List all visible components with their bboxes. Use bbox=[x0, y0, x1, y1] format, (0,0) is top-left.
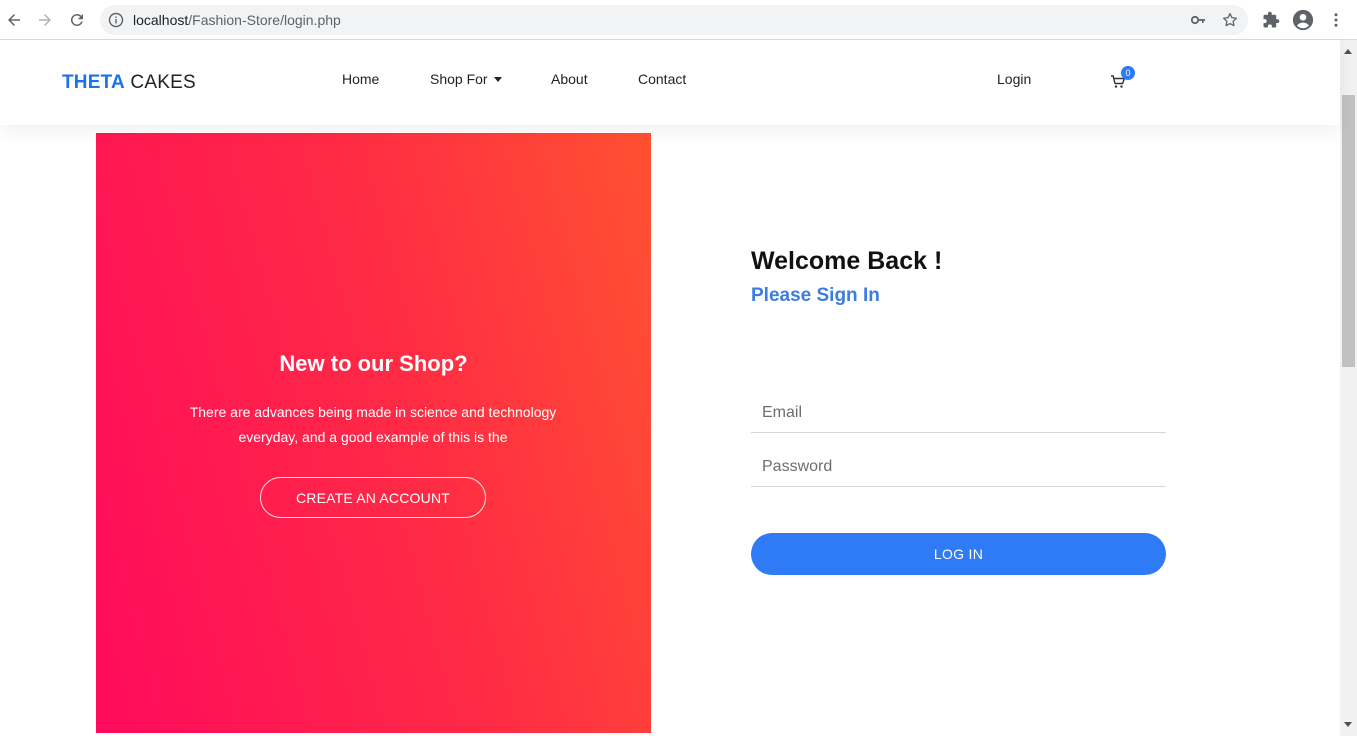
scroll-up-arrow[interactable] bbox=[1344, 49, 1352, 54]
key-icon[interactable] bbox=[1190, 12, 1206, 28]
browser-menu-button[interactable] bbox=[1326, 10, 1346, 30]
info-icon[interactable] bbox=[108, 12, 124, 28]
password-field[interactable] bbox=[751, 447, 1166, 487]
more-vert-icon bbox=[1334, 13, 1338, 27]
nav-shop-for-label: Shop For bbox=[430, 71, 488, 87]
address-bar[interactable]: localhost/Fashion-Store/login.php bbox=[100, 5, 1248, 35]
nav-about[interactable]: About bbox=[551, 71, 588, 87]
arrow-left-icon bbox=[8, 14, 20, 26]
forward-button[interactable] bbox=[33, 8, 57, 32]
site-header: THETA CAKES Home Shop For About Contact … bbox=[0, 40, 1340, 125]
nav-login[interactable]: Login bbox=[997, 71, 1031, 87]
url-text: localhost/Fashion-Store/login.php bbox=[133, 12, 341, 28]
brand-name-rest: CAKES bbox=[124, 72, 196, 93]
create-account-button[interactable]: CREATE AN ACCOUNT bbox=[260, 477, 486, 518]
url-path: /Fashion-Store/login.php bbox=[188, 12, 341, 28]
nav-home[interactable]: Home bbox=[342, 71, 379, 87]
back-button[interactable] bbox=[2, 8, 26, 32]
reload-button[interactable] bbox=[65, 8, 89, 32]
promo-title: New to our Shop? bbox=[279, 351, 468, 376]
url-host: localhost bbox=[133, 12, 189, 28]
login-button[interactable]: LOG IN bbox=[751, 533, 1166, 575]
scroll-down-arrow[interactable] bbox=[1344, 722, 1352, 727]
nav-shop-for[interactable]: Shop For bbox=[430, 71, 502, 87]
cart-count-badge: 0 bbox=[1121, 66, 1135, 80]
page-scrollbar[interactable] bbox=[1340, 40, 1357, 736]
sign-in-subheading: Please Sign In bbox=[751, 285, 880, 306]
nav-contact[interactable]: Contact bbox=[638, 71, 686, 87]
welcome-heading: Welcome Back ! bbox=[751, 247, 943, 275]
register-promo-panel: New to our Shop? There are advances bein… bbox=[96, 133, 651, 733]
arrow-right-icon bbox=[39, 14, 51, 26]
email-field[interactable] bbox=[751, 393, 1166, 433]
browser-toolbar: localhost/Fashion-Store/login.php bbox=[0, 0, 1357, 40]
brand-name-strong: THETA bbox=[62, 72, 125, 93]
account-circle-icon bbox=[1292, 9, 1314, 31]
puzzle-icon bbox=[1263, 11, 1280, 28]
reload-icon bbox=[70, 13, 83, 26]
profile-button[interactable] bbox=[1292, 9, 1314, 31]
bookmark-star-icon[interactable] bbox=[1221, 11, 1239, 29]
caret-down-icon bbox=[493, 77, 502, 82]
scroll-thumb[interactable] bbox=[1342, 95, 1355, 367]
promo-text: There are advances being made in science… bbox=[189, 404, 557, 445]
brand-logo[interactable]: THETA CAKES bbox=[62, 72, 196, 94]
extensions-button[interactable] bbox=[1261, 10, 1281, 30]
